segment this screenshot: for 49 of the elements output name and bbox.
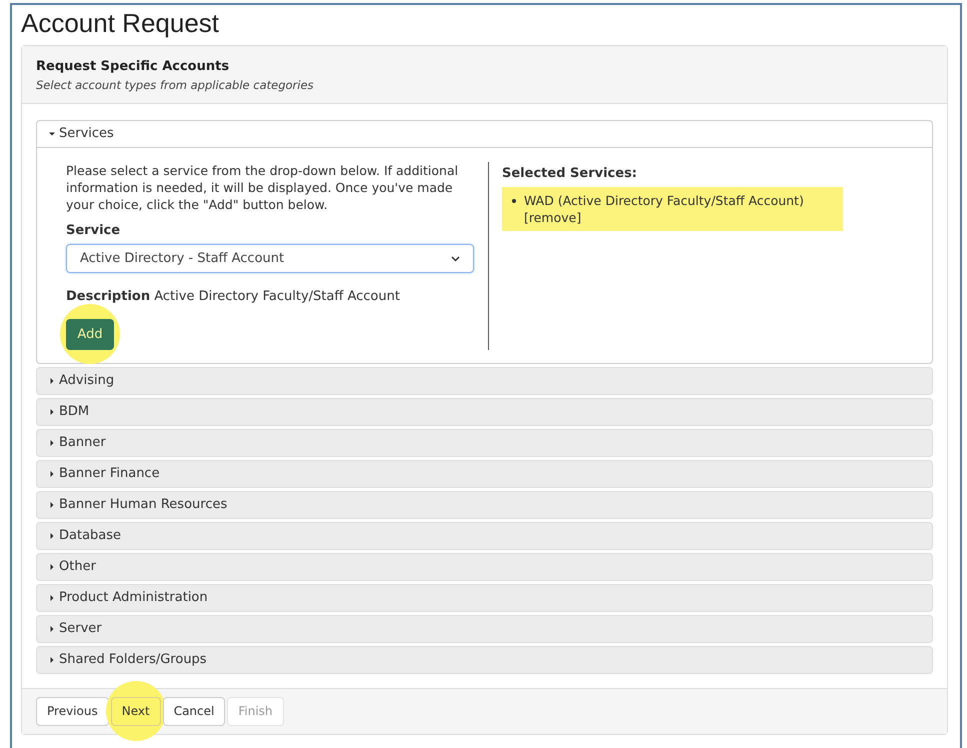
category-header[interactable]: Advising	[37, 368, 932, 394]
caret-icon	[49, 502, 55, 508]
panel-title: Request Specific Accounts	[36, 58, 230, 76]
caret-icon	[49, 130, 55, 137]
caret-icon	[49, 532, 55, 539]
nav-button[interactable]: Cancel	[162, 696, 226, 726]
category-label: Product Administration	[59, 589, 208, 607]
category-label: Server	[59, 620, 102, 638]
caret-icon	[49, 656, 55, 663]
category-header[interactable]: Banner Human Resources	[37, 492, 932, 518]
service-select[interactable]: Active Directory - Staff Account	[66, 244, 474, 274]
category-label: BDM	[59, 403, 90, 421]
category-label: Database	[59, 527, 122, 545]
page-title: Account Request	[21, 7, 220, 40]
category-header[interactable]: Banner	[37, 430, 932, 456]
category-header[interactable]: Services	[37, 120, 932, 148]
remove-link[interactable]: [remove]	[524, 210, 582, 226]
category-header[interactable]: Database	[37, 522, 932, 549]
caret-icon	[49, 626, 55, 632]
category-header[interactable]: Product Administration	[37, 584, 932, 611]
category-header[interactable]: BDM	[37, 398, 932, 425]
category-label: Banner Human Resources	[59, 496, 228, 514]
category-header[interactable]: Shared Folders/Groups	[37, 646, 932, 673]
description-text: Description Active Directory Faculty/Staff Account	[66, 288, 401, 306]
category-label: Advising	[59, 372, 114, 390]
caret-icon	[49, 470, 55, 477]
caret-icon	[49, 440, 55, 446]
category-label: Banner Finance	[59, 465, 160, 483]
nav-button[interactable]: Next	[110, 696, 161, 726]
category-header[interactable]: Banner Finance	[37, 460, 932, 487]
category-header[interactable]: Other	[37, 554, 932, 580]
caret-icon	[49, 378, 55, 384]
category-label: Banner	[59, 434, 106, 452]
category-label: Other	[59, 558, 96, 576]
chevron-down-icon	[451, 256, 460, 262]
caret-icon	[49, 594, 55, 601]
bullet-icon	[512, 199, 516, 204]
add-button[interactable]: Add	[66, 318, 114, 350]
panel-subtitle: Select account types from applicable categories	[36, 76, 315, 94]
caret-icon	[49, 564, 55, 570]
caret-icon	[49, 408, 55, 415]
category-header[interactable]: Server	[37, 616, 932, 642]
category-label: Shared Folders/Groups	[59, 651, 207, 669]
selected-services-title: Selected Services:	[502, 164, 638, 183]
instructions-text: Please select a service from the drop-down below. If additional information is needed, it will be displayed. Once you've made your choice, click the "Add" button below.	[66, 162, 460, 213]
selected-service-text: WAD (Active Directory Faculty/Staff Account) [remove]	[524, 192, 804, 226]
service-label: Service	[66, 222, 122, 240]
nav-button[interactable]: Previous	[36, 696, 109, 726]
category-label: Services	[59, 125, 114, 143]
